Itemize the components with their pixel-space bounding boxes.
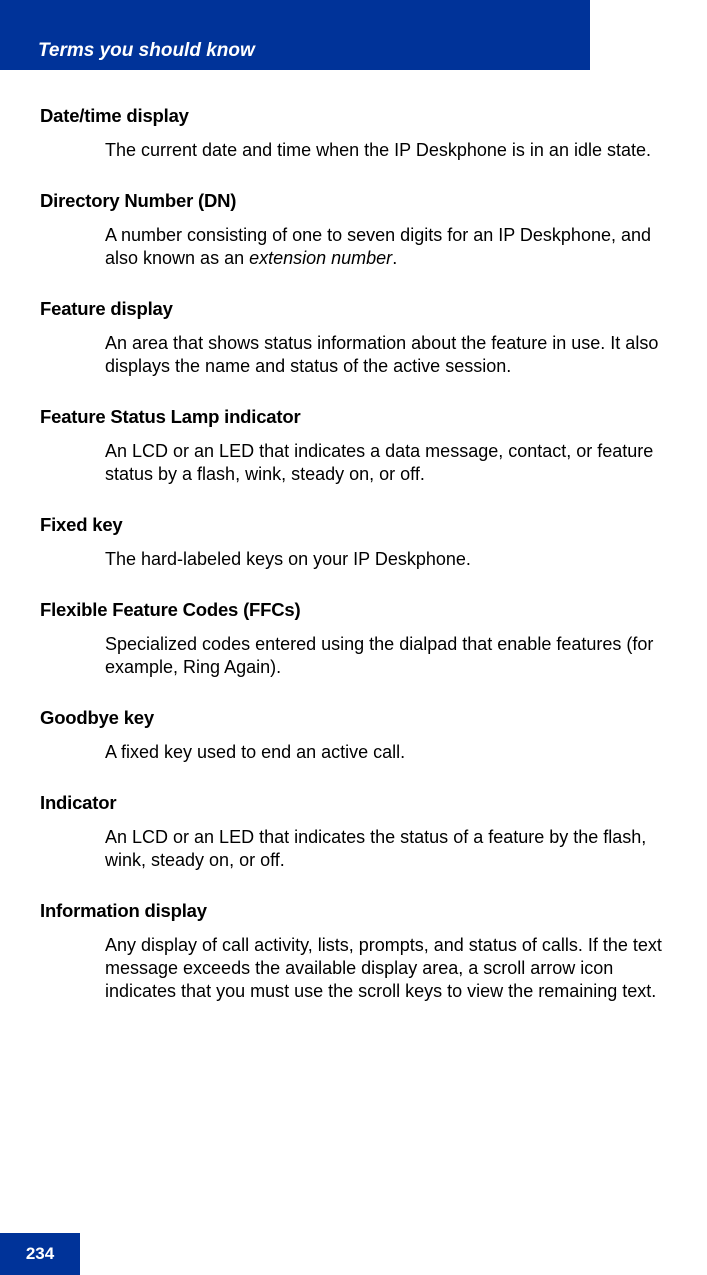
term-heading: Feature Status Lamp indicator: [40, 406, 672, 428]
term-heading: Fixed key: [40, 514, 672, 536]
term-definition: Specialized codes entered using the dial…: [105, 633, 672, 679]
term-definition: A number consisting of one to seven digi…: [105, 224, 672, 270]
page-title: Terms you should know: [38, 40, 255, 62]
term-heading: Date/time display: [40, 105, 672, 127]
term-heading: Flexible Feature Codes (FFCs): [40, 599, 672, 621]
term-definition: An LCD or an LED that indicates the stat…: [105, 826, 672, 872]
term-definition: An LCD or an LED that indicates a data m…: [105, 440, 672, 486]
term-heading: Information display: [40, 900, 672, 922]
page-number: 234: [26, 1244, 54, 1264]
content-area: Date/time display The current date and t…: [40, 105, 672, 1032]
footer-bar: 234: [0, 1233, 80, 1275]
term-definition: An area that shows status information ab…: [105, 332, 672, 378]
term-definition: The hard-labeled keys on your IP Deskpho…: [105, 548, 672, 571]
term-heading: Directory Number (DN): [40, 190, 672, 212]
term-heading: Goodbye key: [40, 707, 672, 729]
header-bar: Terms you should know: [0, 0, 590, 70]
term-definition: Any display of call activity, lists, pro…: [105, 934, 672, 1003]
term-heading: Indicator: [40, 792, 672, 814]
term-heading: Feature display: [40, 298, 672, 320]
definition-text: .: [392, 248, 397, 268]
term-definition: A fixed key used to end an active call.: [105, 741, 672, 764]
term-definition: The current date and time when the IP De…: [105, 139, 672, 162]
definition-italic: extension number: [249, 248, 392, 268]
